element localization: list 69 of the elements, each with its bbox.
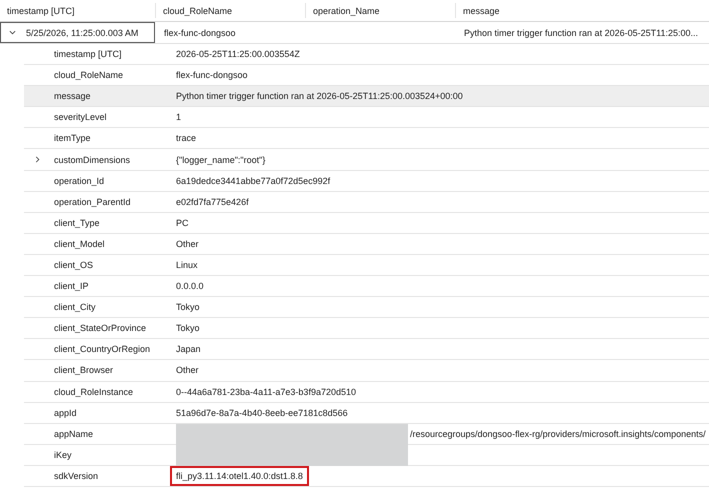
field-value: Other	[176, 365, 199, 376]
field-value: flex-func-dongsoo	[176, 70, 248, 80]
field-name: timestamp [UTC]	[54, 49, 122, 60]
field-value: 0--44a6a781-23ba-4a11-a7e3-b3f9a720d510	[176, 386, 356, 397]
field-value: 6a19dedce3441abbe77a0f72d5ec992f	[176, 176, 330, 186]
detail-row[interactable]: appName /resourcegroups/dongsoo-flex-rg/providers/microsoft.insights/components/	[24, 424, 709, 445]
detail-row[interactable]: client_Model Other	[24, 234, 709, 255]
field-name: client_CountryOrRegion	[54, 344, 150, 354]
field-name: operation_Id	[54, 176, 104, 186]
column-header[interactable]: cloud_RoleName	[163, 6, 232, 16]
detail-row[interactable]: severityLevel 1	[24, 107, 709, 128]
field-value: /resourcegroups/dongsoo-flex-rg/providers/microsoft.insights/components/	[410, 428, 706, 439]
timestamp-text: 5/25/2026, 11:25:00.003 AM	[26, 28, 138, 38]
detail-row[interactable]: operation_Id 6a19dedce3441abbe77a0f72d5ec992f	[24, 170, 709, 192]
detail-row[interactable]: sdkVersion fli_py3.11.14:otel1.40.0:dst1.8.8	[24, 466, 709, 487]
field-name: operation_ParentId	[54, 196, 131, 207]
field-value: Tokyo	[176, 323, 200, 334]
detail-row[interactable]: client_Browser Other	[24, 360, 709, 382]
chevron-right-icon[interactable]	[34, 156, 41, 164]
field-value: 1	[176, 112, 182, 122]
field-name: client_Browser	[54, 365, 114, 376]
field-name: cloud_RoleInstance	[54, 386, 134, 397]
field-value: 2026-05-25T11:25:00.003554Z	[176, 49, 300, 60]
field-value: {"logger_name":"root"}	[176, 154, 266, 165]
detail-row[interactable]: timestamp [UTC] 2026-05-25T11:25:00.003554Z	[24, 44, 709, 66]
detail-row[interactable]: itemType trace	[24, 128, 709, 150]
column-header[interactable]: operation_Name	[313, 6, 380, 16]
field-name: cloud_RoleName	[54, 70, 124, 80]
column-header[interactable]: message	[463, 6, 500, 16]
detail-row[interactable]: client_StateOrProvince Tokyo	[24, 318, 709, 340]
field-name: sdkVersion	[54, 470, 98, 481]
field-name: message	[54, 91, 91, 102]
field-value: 0.0.0.0	[176, 281, 204, 292]
column-header[interactable]: timestamp [UTC]	[7, 6, 75, 16]
table-cell: Python timer trigger function ran at 2026-05-25T11:25:00...	[464, 28, 698, 38]
detail-row[interactable]: operation_ParentId e02fd7fa775e426f	[24, 192, 709, 213]
detail-row[interactable]: cloud_RoleInstance 0--44a6a781-23ba-4a11-a7e3-b3f9a720d510	[24, 382, 709, 403]
table-cell: flex-func-dongsoo	[164, 28, 236, 38]
field-name: client_OS	[54, 260, 94, 270]
field-value: Tokyo	[176, 302, 200, 312]
field-value: 51a96d7e-8a7a-4b40-8eeb-ee7181c8d566	[176, 408, 348, 418]
field-name: client_StateOrProvince	[54, 323, 146, 334]
detail-row[interactable]: customDimensions {"logger_name":"root"}	[24, 149, 709, 171]
field-name: client_City	[54, 302, 96, 312]
detail-row[interactable]: message Python timer trigger function ran at 2026-05-25T11:25:00.003524+00:00	[24, 86, 709, 108]
field-name: severityLevel	[54, 112, 107, 122]
field-value: trace	[176, 133, 196, 144]
field-name: client_IP	[54, 281, 89, 292]
field-name: itemType	[54, 133, 91, 144]
detail-row[interactable]: client_Type PC	[24, 212, 709, 234]
field-value: Japan	[176, 344, 201, 354]
detail-row[interactable]: client_CountryOrRegion Japan	[24, 339, 709, 360]
field-value: e02fd7fa775e426f	[176, 196, 249, 207]
field-name: iKey	[54, 450, 72, 460]
field-name: appName	[54, 428, 94, 439]
detail-row[interactable]: client_IP 0.0.0.0	[24, 276, 709, 298]
field-name: customDimensions	[54, 154, 130, 165]
field-name: appId	[54, 408, 77, 418]
field-value: Other	[176, 238, 199, 249]
chevron-down-icon[interactable]	[9, 29, 16, 36]
field-value: Python timer trigger function ran at 2026-05-25T11:25:00.003524+00:00	[176, 91, 463, 102]
field-name: client_Model	[54, 238, 105, 249]
field-name: client_Type	[54, 218, 100, 228]
field-value: fli_py3.11.14:otel1.40.0:dst1.8.8	[170, 466, 309, 486]
field-value: Linux	[176, 260, 198, 270]
detail-row[interactable]: client_City Tokyo	[24, 297, 709, 318]
detail-row[interactable]: client_OS Linux	[24, 254, 709, 276]
field-value: PC	[176, 218, 189, 228]
detail-row[interactable]: iKey	[24, 444, 709, 466]
